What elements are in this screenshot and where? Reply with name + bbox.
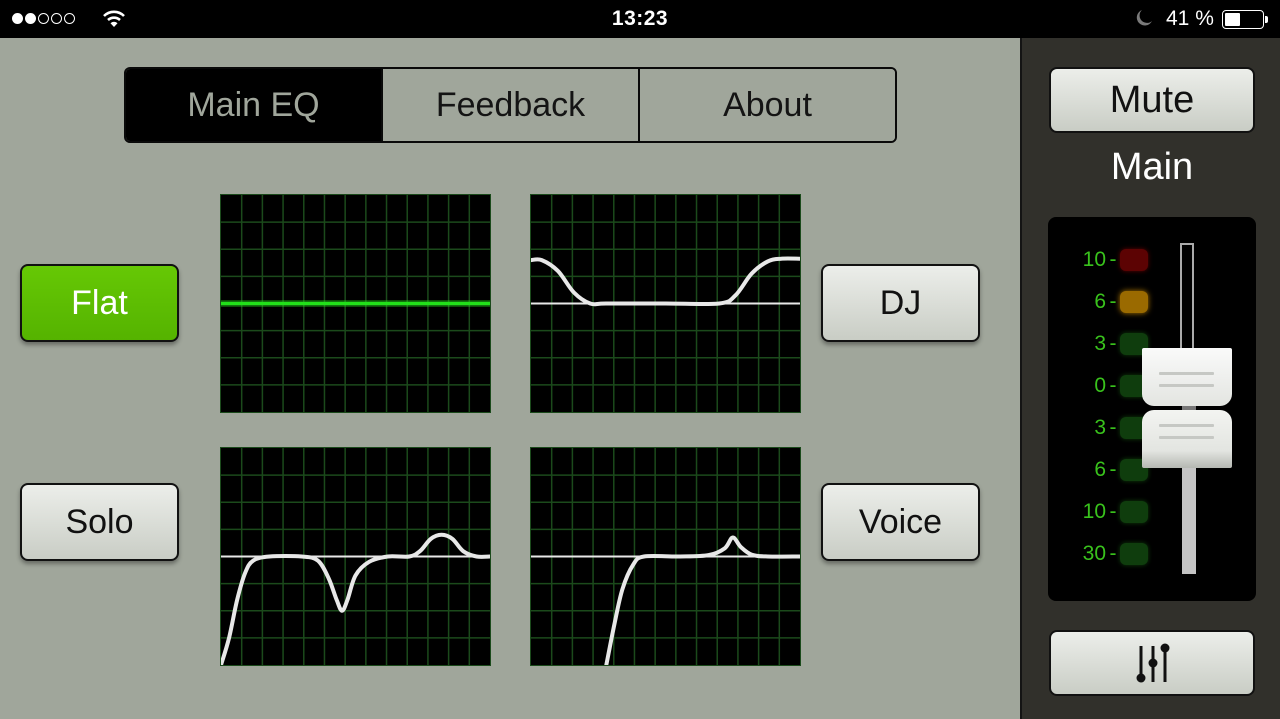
status-bar: 13:23 41 %	[0, 0, 1280, 38]
clock: 13:23	[611, 7, 669, 30]
meter-scale-label: 0	[1094, 374, 1106, 397]
meter-led	[1120, 249, 1148, 271]
meter-row: 30-	[1048, 541, 1148, 567]
channel-strip: Mute Main 10-6-3-0-3-6-10-30-	[1020, 38, 1280, 719]
preset-dj-button[interactable]: DJ	[821, 264, 980, 342]
meter-row: 0-	[1048, 373, 1148, 399]
meter-tick: -	[1109, 416, 1117, 439]
eq-graph-voice[interactable]	[530, 447, 801, 666]
meter-tick: -	[1109, 332, 1117, 355]
battery-level-fill	[1225, 13, 1240, 26]
meter-row: 3-	[1048, 331, 1148, 357]
tab-main-eq[interactable]: Main EQ	[126, 69, 381, 141]
preset-voice-button[interactable]: Voice	[821, 483, 980, 561]
mixer-button[interactable]	[1049, 630, 1255, 696]
tab-about[interactable]: About	[638, 69, 895, 141]
meter-row: 10-	[1048, 499, 1148, 525]
meter-row: 6-	[1048, 289, 1148, 315]
meter-row: 10-	[1048, 247, 1148, 273]
tab-feedback[interactable]: Feedback	[381, 69, 638, 141]
meter-row: 3-	[1048, 415, 1148, 441]
meter-tick: -	[1109, 500, 1117, 523]
meter-scale-label: 3	[1094, 416, 1106, 439]
meter-scale-label: 10	[1082, 500, 1106, 523]
meter-tick: -	[1109, 248, 1117, 271]
meter-row: 6-	[1048, 457, 1148, 483]
mute-button[interactable]: Mute	[1049, 67, 1255, 133]
grip-line	[1159, 436, 1214, 439]
meter-scale-label: 3	[1094, 332, 1106, 355]
level-meter: 10-6-3-0-3-6-10-30-	[1048, 217, 1256, 601]
fader-track[interactable]	[1180, 243, 1194, 353]
grip-line	[1159, 424, 1214, 427]
eq-curve	[221, 532, 490, 665]
battery-tip	[1265, 16, 1268, 23]
battery-percent: 41 %	[1166, 7, 1214, 30]
battery-icon	[1222, 10, 1264, 29]
meter-tick: -	[1109, 374, 1117, 397]
meter-tick: -	[1109, 458, 1117, 481]
meter-tick: -	[1109, 542, 1117, 565]
meter-scale-label: 30	[1082, 542, 1106, 565]
moon-icon	[1136, 10, 1152, 26]
meter-led	[1120, 501, 1148, 523]
preset-flat-button[interactable]: Flat	[20, 264, 179, 342]
eq-curve	[531, 256, 800, 307]
preset-solo-button[interactable]: Solo	[20, 483, 179, 561]
channel-name: Main	[1110, 146, 1194, 188]
tab-bar: Main EQ Feedback About	[124, 67, 897, 143]
eq-graph-flat[interactable]	[220, 194, 491, 413]
grip-line	[1159, 384, 1214, 387]
fader-handle-upper[interactable]	[1142, 348, 1232, 406]
grip-line	[1159, 372, 1214, 375]
mixer-sliders-icon	[1136, 643, 1170, 683]
meter-scale-label: 6	[1094, 458, 1106, 481]
fader-handle-lower[interactable]	[1142, 410, 1232, 468]
main-eq-panel: Main EQ Feedback About Flat DJ Solo Voic…	[0, 38, 1020, 719]
eq-graph-solo[interactable]	[220, 447, 491, 666]
meter-scale-label: 10	[1082, 248, 1106, 271]
meter-led	[1120, 543, 1148, 565]
meter-led	[1120, 291, 1148, 313]
meter-scale-label: 6	[1094, 290, 1106, 313]
fader-track-filled[interactable]	[1182, 457, 1196, 574]
meter-tick: -	[1109, 290, 1117, 313]
eq-graph-dj[interactable]	[530, 194, 801, 413]
